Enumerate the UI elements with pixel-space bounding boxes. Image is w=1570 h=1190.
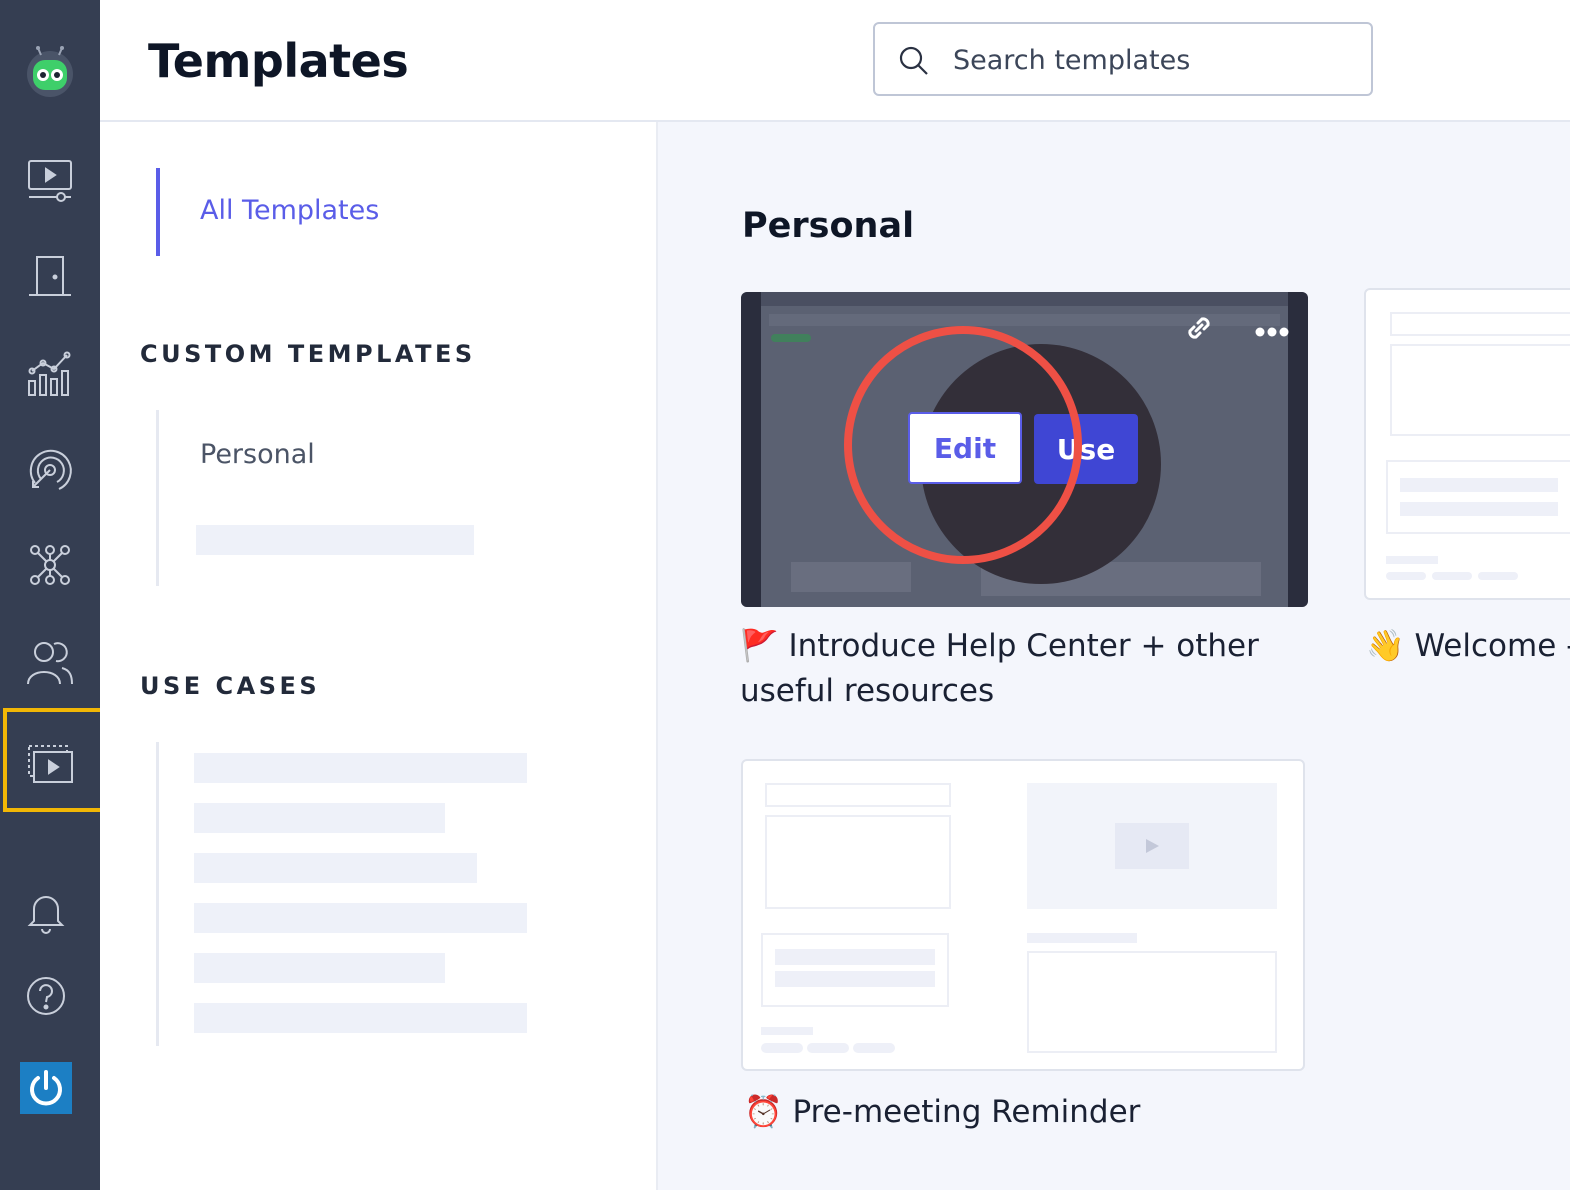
template-title[interactable]: 🚩 Introduce Help Center + other useful r…: [740, 624, 1320, 714]
target-icon[interactable]: [20, 440, 80, 500]
header: Templates: [100, 0, 1570, 122]
waving-hand-icon: 👋: [1366, 628, 1405, 664]
annotation-circle: [844, 326, 1082, 564]
team-icon[interactable]: [20, 632, 80, 692]
search-input[interactable]: [951, 36, 1355, 84]
templates-grid: Personal Use Edit 🚩 Introduce Help Cente…: [656, 122, 1570, 1190]
help-icon[interactable]: [16, 966, 76, 1026]
templates-icon[interactable]: [20, 733, 80, 793]
loading-placeholder: [194, 903, 527, 933]
search-box[interactable]: [873, 22, 1373, 96]
sidebar: [0, 0, 106, 1190]
template-title[interactable]: 👋 Welcome --: [1366, 624, 1570, 669]
robot-logo-icon[interactable]: [24, 46, 76, 98]
integrations-icon[interactable]: [20, 535, 80, 595]
template-title[interactable]: ⏰ Pre-meeting Reminder: [744, 1090, 1304, 1135]
loading-placeholder: [194, 853, 477, 883]
nav-personal[interactable]: Personal: [200, 439, 315, 470]
use-cases-line: [156, 742, 159, 1046]
section-heading: Personal: [742, 206, 915, 246]
alarm-clock-icon: ⏰: [744, 1094, 783, 1130]
flag-icon: 🚩: [740, 628, 779, 664]
loading-placeholder: [194, 753, 527, 783]
custom-templates-line: [156, 410, 159, 586]
template-card[interactable]: [1364, 288, 1570, 600]
template-card[interactable]: Use Edit: [741, 292, 1308, 607]
page-title: Templates: [148, 34, 409, 88]
use-cases-heading: USE CASES: [140, 672, 321, 700]
power-icon[interactable]: [20, 1062, 72, 1114]
more-options-icon[interactable]: [1255, 322, 1289, 341]
door-icon[interactable]: [20, 246, 80, 306]
active-indicator: [156, 168, 160, 256]
nav-all-templates[interactable]: All Templates: [200, 195, 379, 226]
bell-icon[interactable]: [16, 882, 76, 942]
analytics-icon[interactable]: [20, 344, 80, 404]
link-icon[interactable]: [1181, 310, 1217, 350]
template-card[interactable]: [741, 759, 1305, 1071]
search-icon: [899, 46, 929, 80]
loading-placeholder: [194, 803, 445, 833]
loading-placeholder: [194, 1003, 527, 1033]
play-icon: [1146, 839, 1159, 853]
loading-placeholder: [194, 953, 445, 983]
loading-placeholder: [196, 525, 474, 555]
template-categories-panel: All Templates CUSTOM TEMPLATES Personal …: [100, 122, 658, 1190]
video-library-icon[interactable]: [20, 150, 80, 210]
custom-templates-heading: CUSTOM TEMPLATES: [140, 340, 476, 368]
